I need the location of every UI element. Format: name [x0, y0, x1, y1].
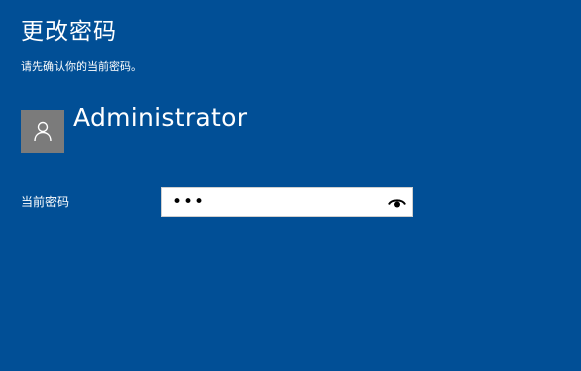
- password-value: •••: [172, 192, 206, 212]
- eye-icon[interactable]: [388, 195, 406, 209]
- avatar: [21, 110, 64, 153]
- page-subtitle: 请先确认你的当前密码。: [21, 60, 142, 73]
- page-title: 更改密码: [21, 19, 117, 45]
- user-icon: [34, 121, 52, 142]
- username: Administrator: [73, 103, 248, 132]
- current-password-field[interactable]: •••: [161, 187, 413, 217]
- current-password-label: 当前密码: [21, 195, 70, 209]
